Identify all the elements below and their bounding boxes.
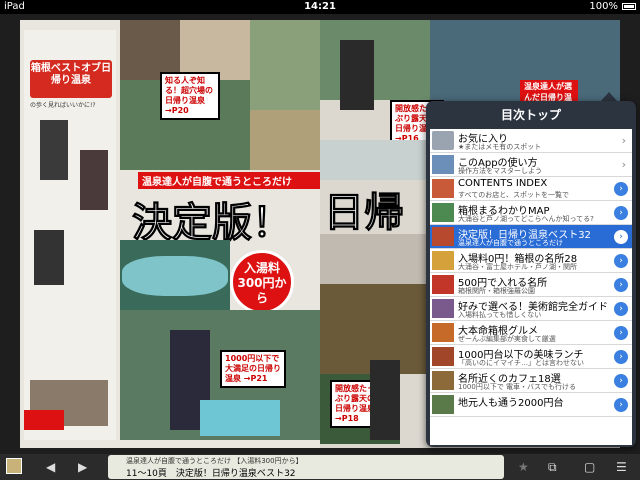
book-icon[interactable] <box>6 458 22 474</box>
pool-water <box>122 256 228 296</box>
thumbnail <box>432 395 454 414</box>
photo <box>320 140 440 180</box>
caption-line2: 11〜10頁 決定版！日帰り温泉ベスト32 <box>126 469 296 479</box>
detail-disclosure-icon[interactable]: › <box>614 374 628 388</box>
man-photo <box>340 40 374 110</box>
photo <box>250 110 320 170</box>
toc-item-howto[interactable]: このAppの使い方 操作方法をマスターしよう › <box>430 153 632 177</box>
thumbnail <box>432 323 454 342</box>
page-caption[interactable]: 温泉達人が自腹で通うところだけ 【入湯料300円から】 11〜10頁 決定版！日… <box>108 455 504 479</box>
toc-item-museums[interactable]: 好みで選べる！美術館完全ガイド 入場料払っても惜しくない › <box>430 297 632 321</box>
detail-disclosure-icon[interactable]: › <box>614 302 628 316</box>
person-photo <box>40 120 68 180</box>
caption-line1: 温泉達人が自腹で通うところだけ 【入湯料300円から】 <box>126 457 303 465</box>
toc-item-subtitle: 1000円以下で 電車・バスでも行ける <box>458 383 577 391</box>
toc-item-cafes[interactable]: 名所近くのカフェ18選 1000円以下で 電車・バスでも行ける › <box>430 369 632 393</box>
thumbnail <box>432 203 454 222</box>
photo <box>250 20 320 110</box>
thumbnail <box>432 251 454 270</box>
toc-item-subtitle: ★またはメモ有のスポット <box>458 143 542 151</box>
box-sub: の歩く見ればいいかに!? <box>30 102 96 109</box>
popover-title: 目次トップ <box>500 108 561 122</box>
toc-item-local[interactable]: 地元人も通う2000円台 › <box>430 393 632 417</box>
thumbnail <box>432 299 454 318</box>
person-photo <box>80 150 108 210</box>
detail-disclosure-icon[interactable]: › <box>614 254 628 268</box>
toc-item-free-spots[interactable]: 入場料0円！箱根の名所28 大涌谷・富士屋ホテル・芦ノ湖・関所 › <box>430 249 632 273</box>
detail-disclosure-icon[interactable]: › <box>614 398 628 412</box>
folder-icon <box>432 131 454 150</box>
toc-item-subtitle: 入場料払っても惜しくない <box>458 311 542 319</box>
clock: 14:21 <box>304 1 336 12</box>
man-photo <box>370 360 400 440</box>
best-of-box: 箱根ベストオブ日帰り温泉 <box>30 60 112 98</box>
detail-disclosure-icon[interactable]: › <box>614 230 628 244</box>
box-title: 箱根ベストオブ日帰り温泉 <box>30 63 112 86</box>
bath-photo <box>200 400 280 436</box>
toc-item-favorites[interactable]: お気に入り ★またはメモ有のスポット › <box>430 129 632 153</box>
thumbnail <box>432 179 454 198</box>
callout-2: 1000円以下で大満足の日帰り温泉 →P21 <box>220 350 286 388</box>
thumbnail <box>432 347 454 366</box>
thumbnail <box>432 275 454 294</box>
toc-item-lunch[interactable]: 1000円台以下の美味ランチ 「高いのにイマイチ…」とは言わせない › <box>430 345 632 369</box>
toc-item-subtitle: 温泉達人が自腹で通うところだけ <box>458 239 563 247</box>
callout-1: 知る人ぞ知る！超穴場の日帰り温泉 →P20 <box>160 72 220 120</box>
detail-disclosure-icon[interactable]: › <box>614 326 628 340</box>
left-page[interactable]: 箱根ベストオブ日帰り温泉 の歩く見ればいいかに!? 知る人ぞ知る！超穴場の日帰り… <box>20 20 320 448</box>
toc-item-subtitle: すべてのお店と、スポットを一覧で <box>458 191 569 199</box>
thumbnail <box>432 371 454 390</box>
single-page-icon[interactable]: ▢ <box>584 459 595 475</box>
toc-item-subtitle: 操作方法をマスターしよう <box>458 167 542 175</box>
toc-item-subtitle: 「高いのにイマイチ…」とは言わせない <box>458 359 584 367</box>
toc-item-onsen-best32[interactable]: 決定版！日帰り温泉ベスト32 温泉達人が自腹で通うところだけ › <box>430 225 632 249</box>
battery-icon <box>622 3 636 10</box>
price-circle: 入湯料300円から <box>230 250 294 314</box>
toc-list-icon[interactable]: ☰ <box>616 459 627 475</box>
toc-popover[interactable]: 目次トップ お気に入り ★またはメモ有のスポット › このAppの使い方 操作方… <box>426 101 636 447</box>
thumbnail <box>432 227 454 246</box>
text-block <box>320 234 430 284</box>
detail-disclosure-icon[interactable]: › <box>614 206 628 220</box>
headline-big-right: 日帰 <box>324 190 405 237</box>
forward-arrow-icon[interactable]: ▶ <box>78 459 87 475</box>
banner: 温泉達人が自腹で通うところだけ <box>138 172 320 189</box>
toc-list[interactable]: お気に入り ★またはメモ有のスポット › このAppの使い方 操作方法をマスター… <box>430 129 632 445</box>
thumbnail <box>432 155 454 174</box>
toc-item-contents-index[interactable]: CONTENTS INDEX すべてのお店と、スポットを一覧で › <box>430 177 632 201</box>
detail-disclosure-icon[interactable]: › <box>614 182 628 196</box>
multi-page-icon[interactable]: ⧉ <box>548 459 557 475</box>
photo <box>120 20 180 80</box>
detail-disclosure-icon[interactable]: › <box>614 278 628 292</box>
person-photo <box>34 230 64 285</box>
detail-disclosure-icon[interactable]: › <box>614 350 628 364</box>
chevron-right-icon: › <box>621 134 626 147</box>
toc-item-subtitle: 大涌谷と芦ノ湖ってどこらへんか知ってる? <box>458 215 594 223</box>
toc-item-subtitle: ぜーんぶ編集部が実食して厳選 <box>458 335 556 343</box>
toc-item-map[interactable]: 箱根まるわかりMAP 大涌谷と芦ノ湖ってどこらへんか知ってる? › <box>430 201 632 225</box>
price-text: 入湯料300円から <box>237 261 287 305</box>
battery-percent: 100% <box>589 1 618 12</box>
toc-item-gourmet[interactable]: 大本命箱根グルメ ぜーんぶ編集部が実食して厳選 › <box>430 321 632 345</box>
toc-item-subtitle: 大涌谷・富士屋ホテル・芦ノ湖・関所 <box>458 263 577 271</box>
toc-item-title: 地元人も通う2000円台 <box>458 398 564 409</box>
chevron-right-icon: › <box>621 158 626 171</box>
photo <box>180 20 250 80</box>
status-bar: iPad 14:21 100% <box>0 0 640 14</box>
back-arrow-icon[interactable]: ◀ <box>46 459 55 475</box>
red-arrow <box>24 410 64 430</box>
toc-item-title: CONTENTS INDEX <box>458 178 548 189</box>
star-icon[interactable]: ★ <box>518 459 529 475</box>
photo <box>320 20 430 100</box>
toc-item-500yen[interactable]: 500円で入れる名所 箱根関所・箱根強羅公園 › <box>430 273 632 297</box>
toc-item-subtitle: 箱根関所・箱根強羅公園 <box>458 287 535 295</box>
